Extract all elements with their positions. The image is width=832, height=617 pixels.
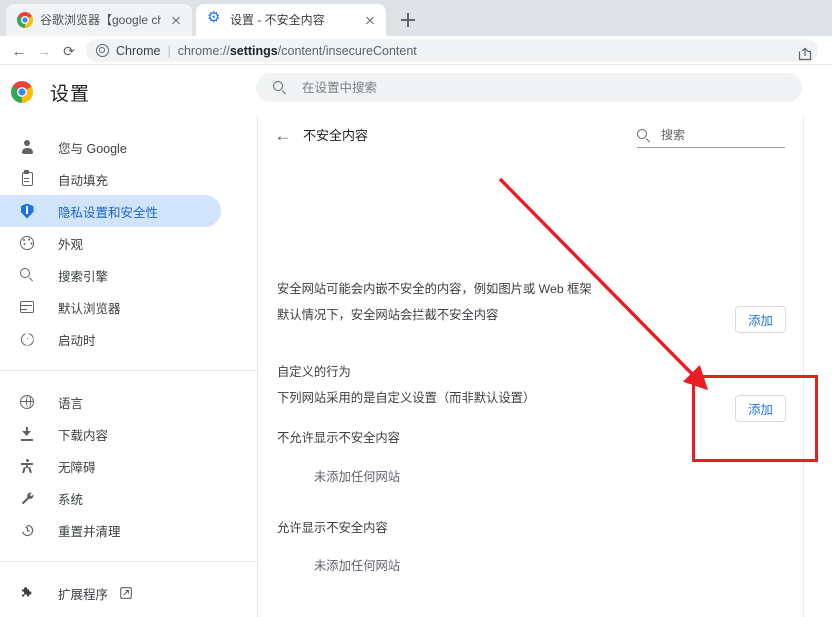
sidebar-item-languages[interactable]: 语言 xyxy=(0,386,221,418)
settings-content-panel: ← 不安全内容 安全网站可能会内嵌不安全的内容，例如图片或 Web 框架 默认情… xyxy=(259,116,804,617)
wrench-icon xyxy=(18,491,36,506)
sidebar-item-label: 默认浏览器 xyxy=(58,301,121,316)
person-icon xyxy=(18,140,36,154)
new-tab-button[interactable] xyxy=(396,8,420,32)
download-icon xyxy=(18,427,36,441)
shield-icon xyxy=(18,203,36,219)
clipboard-icon xyxy=(18,170,36,186)
address-bar[interactable]: Chrome | chrome://settings/content/insec… xyxy=(86,39,818,62)
forward-icon[interactable]: → xyxy=(33,40,55,62)
sidebar-item-extensions[interactable]: 扩展程序 xyxy=(0,577,221,609)
sidebar-item-label: 自动填充 xyxy=(58,173,109,188)
power-icon xyxy=(18,332,36,346)
url-prefix: chrome:// xyxy=(177,43,230,58)
search-icon xyxy=(637,128,651,143)
globe-icon xyxy=(18,394,36,409)
sidebar-item-you-and-google[interactable]: 您与 Google xyxy=(0,131,221,163)
sidebar-top-spacer xyxy=(0,116,257,131)
custom-behavior-heading: 自定义的行为 xyxy=(277,365,351,379)
sidebar-item-label: 下载内容 xyxy=(58,428,109,443)
back-icon[interactable]: ← xyxy=(8,40,30,62)
section-allowed-label-row: 允许显示不安全内容 xyxy=(277,518,785,536)
reload-icon[interactable]: ⟳ xyxy=(58,40,80,62)
section-label: 允许显示不安全内容 xyxy=(277,521,388,535)
sidebar-item-label: 搜索引擎 xyxy=(58,269,109,284)
share-icon[interactable] xyxy=(796,45,814,62)
add-button-not-allowed[interactable]: 添加 xyxy=(735,306,786,333)
subpage-title: 不安全内容 xyxy=(303,128,369,143)
settings-search-box[interactable] xyxy=(256,73,802,102)
sidebar-item-system[interactable]: 系统 xyxy=(0,482,221,514)
browser-toolbar: ← → ⟳ Chrome | chrome://settings/content… xyxy=(0,36,832,65)
sidebar-item-about-chrome[interactable]: 关于 Chrome xyxy=(0,609,221,617)
sidebar-item-default-browser[interactable]: 默认浏览器 xyxy=(0,291,221,323)
sidebar-item-label: 您与 Google xyxy=(58,141,127,156)
search-icon xyxy=(18,268,36,282)
sidebar-item-reset-and-cleanup[interactable]: 重置并清理 xyxy=(0,514,221,546)
section-not-allowed-label-row: 不允许显示不安全内容 xyxy=(277,428,785,446)
reset-icon xyxy=(18,523,36,538)
sidebar-item-label: 重置并清理 xyxy=(58,524,121,539)
chrome-logo-icon xyxy=(17,12,33,28)
url-suffix: /content/insecureContent xyxy=(277,43,417,58)
back-icon[interactable]: ← xyxy=(272,125,294,147)
section-empty-text: 未添加任何网站 xyxy=(314,470,401,484)
sidebar-item-label: 扩展程序 xyxy=(58,587,109,602)
tab-settings[interactable]: 设置 - 不安全内容 xyxy=(196,4,386,36)
sidebar-item-autofill[interactable]: 自动填充 xyxy=(0,163,221,195)
sidebar-item-label: 隐私设置和安全性 xyxy=(58,205,159,220)
omnibox-separator: | xyxy=(167,43,171,58)
tab-title: 设置 - 不安全内容 xyxy=(230,13,325,27)
subpage-header: ← 不安全内容 xyxy=(259,116,803,160)
window-icon xyxy=(18,301,36,313)
gear-icon xyxy=(207,10,223,28)
search-icon xyxy=(273,80,287,95)
sidebar-item-appearance[interactable]: 外观 xyxy=(0,227,221,259)
tab-title: 谷歌浏览器【google chrome】 xyxy=(40,13,161,27)
url-bold: settings xyxy=(229,43,278,58)
sidebar-item-label: 启动时 xyxy=(58,333,96,348)
tab-strip: 谷歌浏览器【google chrome】 设置 - 不安全内容 xyxy=(0,0,832,36)
tab-google-chrome[interactable]: 谷歌浏览器【google chrome】 xyxy=(6,4,192,36)
close-icon[interactable] xyxy=(168,12,184,28)
sidebar-item-label: 外观 xyxy=(58,237,84,252)
close-icon[interactable] xyxy=(362,12,378,28)
custom-behavior-subtext: 下列网站采用的是自定义设置（而非默认设置） xyxy=(277,391,536,405)
omnibox-scheme-label: Chrome xyxy=(116,43,161,58)
add-button-allowed[interactable]: 添加 xyxy=(735,395,786,422)
description-line-2: 默认情况下，安全网站会拦截不安全内容 xyxy=(277,308,499,322)
external-link-icon xyxy=(120,587,132,599)
content-search-field[interactable] xyxy=(637,124,785,148)
sidebar-item-search-engine[interactable]: 搜索引擎 xyxy=(0,259,221,291)
page-title: 设置 xyxy=(50,84,91,105)
puzzle-icon xyxy=(18,586,36,601)
sidebar-item-on-startup[interactable]: 启动时 xyxy=(0,323,221,355)
sidebar-item-label: 无障碍 xyxy=(58,460,96,475)
content-search-input[interactable] xyxy=(659,126,785,145)
palette-icon xyxy=(18,236,36,250)
settings-search-input[interactable] xyxy=(300,79,785,96)
sidebar-item-label: 语言 xyxy=(58,396,84,411)
accessibility-icon xyxy=(18,458,36,474)
section-empty-text: 未添加任何网站 xyxy=(314,559,401,573)
browser-window: 谷歌浏览器【google chrome】 设置 - 不安全内容 ← → ⟳ Ch… xyxy=(0,0,832,617)
settings-sidebar: 您与 Google 自动填充 隐私设置和安全性 外观 搜索引擎 默认浏览器 启动… xyxy=(0,116,258,617)
description-line-1: 安全网站可能会内嵌不安全的内容，例如图片或 Web 框架 xyxy=(277,282,592,296)
sidebar-item-privacy-and-security[interactable]: 隐私设置和安全性 xyxy=(0,195,221,227)
omnibox-url: chrome://settings/content/insecureConten… xyxy=(178,44,417,58)
chrome-logo-icon xyxy=(11,81,33,103)
chrome-page-icon xyxy=(96,44,109,57)
sidebar-item-accessibility[interactable]: 无障碍 xyxy=(0,450,221,482)
sidebar-item-downloads[interactable]: 下载内容 xyxy=(0,418,221,450)
sidebar-item-label: 系统 xyxy=(58,492,84,507)
section-label: 不允许显示不安全内容 xyxy=(277,431,400,445)
